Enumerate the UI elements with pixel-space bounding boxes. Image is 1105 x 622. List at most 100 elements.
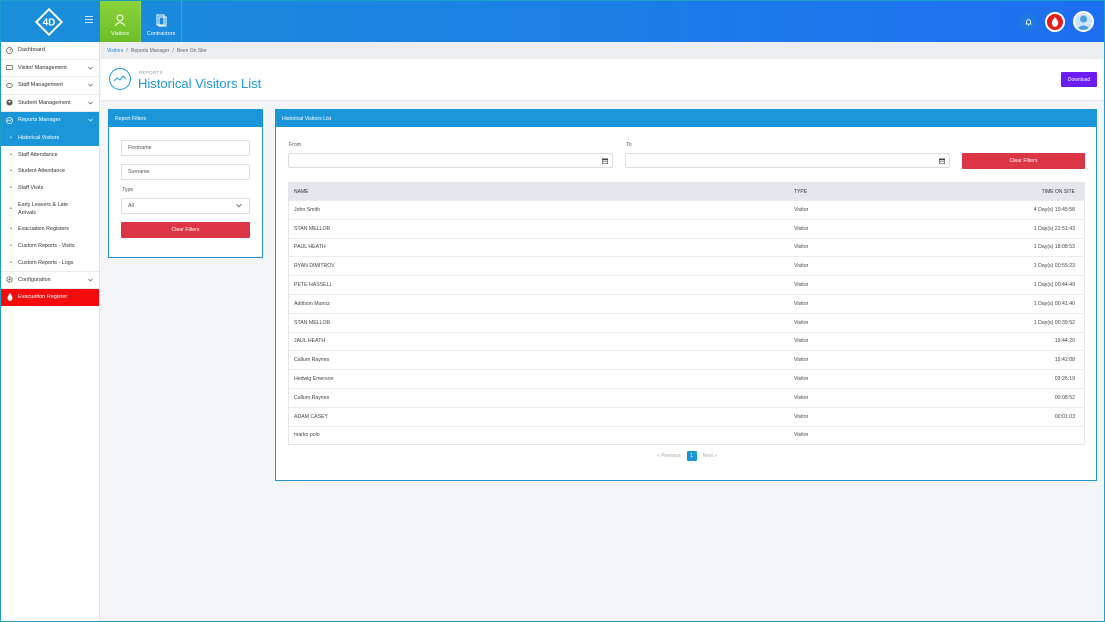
chevron-down-icon [88,66,93,69]
table-row[interactable]: John Smith Visitor 4 Day(s) 19:45:58 [289,200,1084,219]
sidebar-item-dashboard[interactable]: Dashboard [1,42,99,60]
column-type-header[interactable]: TYPE [794,189,944,195]
pagination: « Previous 1 Next » [276,451,1098,461]
chevron-down-icon [236,203,242,208]
app-logo[interactable]: 4D [34,7,64,37]
sidebar-sub-staff-attendance[interactable]: • Staff Attendance [1,146,99,163]
breadcrumb-separator: / [126,47,128,54]
sidebar-sub-staff-visits[interactable]: • Staff Visits [1,180,99,197]
cell-time: 1 Day(s) 00:41:40 [1033,300,1075,307]
column-time-header[interactable]: TIME ON SITE [944,189,1081,195]
table-row[interactable]: PAUL HEATH Visitor 1 Day(s) 18:08:53 [289,237,1084,257]
sidebar-sub-custom-reports-logs[interactable]: • Custom Reports - Logs [1,254,99,271]
table-row[interactable]: STAN MELLOR Visitor 1 Day(s) 22:51:43 [289,218,1084,238]
pagination-next[interactable]: Next » [703,453,717,459]
breadcrumb: Visitors / Reports Manager / Been On Sit… [101,42,1104,59]
cell-type: Visitor [794,244,809,251]
sidebar-sub-label: Custom Reports - Logs [18,259,74,266]
sidebar-item-label: Reports Manager [18,117,61,124]
gear-icon [6,276,13,284]
menu-toggle-icon[interactable] [85,16,93,24]
table-row[interactable]: STAN MELLOR Visitor 1 Day(s) 00:39:52 [289,312,1084,332]
pagination-previous[interactable]: « Previous [657,453,681,459]
chevron-down-icon [88,101,93,104]
sidebar-sub-label: Early Leavers & Late Arrivals [18,201,69,216]
cell-name: STAN MELLOR [294,319,331,326]
evacuation-drop-icon[interactable] [1045,11,1065,32]
table-row[interactable]: PETE HASSELL Visitor 1 Day(s) 00:44:49 [289,275,1084,294]
sidebar-sub-historical-visitors[interactable]: • Historical Visitors [1,129,99,147]
bullet-icon: • [10,259,12,266]
top-nav-visitors[interactable]: Visitors [100,1,141,42]
type-select[interactable]: All [121,198,250,214]
surname-input[interactable]: Surname [121,164,250,180]
sidebar-sub-custom-reports-visits[interactable]: • Custom Reports - Visits [1,237,99,254]
cell-name: marko polo [294,432,320,439]
breadcrumb-separator: / [172,47,174,54]
from-label: From [289,142,302,148]
cell-type: Visitor [794,357,809,364]
bullet-icon: • [10,242,12,249]
table-row[interactable]: Addison Munoz Visitor 1 Day(s) 00:41:40 [289,293,1084,313]
download-button[interactable]: Download [1061,72,1097,87]
cell-type: Visitor [794,432,809,439]
list-clear-filters-button[interactable]: Clear Filters [962,153,1085,169]
cell-type: Visitor [794,394,809,401]
notifications-bell-icon[interactable] [1019,12,1037,31]
table-row[interactable]: Callum Raynes Visitor 00:08:52 [289,387,1084,407]
table-row[interactable]: Callum Raynes Visitor 19:42:08 [289,350,1084,369]
sidebar-item-configuration[interactable]: Configuration [1,271,99,289]
cell-name: John Smith [294,206,320,213]
table-row[interactable]: Hedwig Emerson Visitor 03:26:19 [289,369,1084,388]
page-header: REPORTS Historical Visitors List Downloa… [101,59,1104,101]
to-date-input[interactable] [625,153,950,168]
pagination-page-1[interactable]: 1 [686,451,697,461]
type-select-value: All [128,203,134,209]
top-nav-visitors-label: Visitors [111,31,129,37]
firstname-input[interactable]: Firstname [121,140,250,156]
cell-time: 03:26:19 [1054,376,1075,383]
logo-text: 4D [43,18,56,29]
breadcrumb-reports-manager[interactable]: Reports Manager [131,48,170,54]
chevron-down-icon [88,278,93,282]
sidebar-item-label: Configuration [18,276,51,283]
top-right-controls [1019,11,1094,32]
sidebar-item-student-management[interactable]: Student Management [1,95,99,112]
bullet-icon: • [10,168,12,175]
column-name-header[interactable]: NAME [289,189,794,195]
from-date-input[interactable] [288,153,613,168]
sidebar-sub-evacuation-registers[interactable]: • Evacuation Registers [1,221,99,238]
sidebar-sub-label: Evacuation Registers [18,226,69,233]
sidebar-sub-early-leavers[interactable]: • Early Leavers & Late Arrivals [1,197,99,221]
sidebar-item-evacuation-register[interactable]: Evacuation Register [1,288,99,307]
sidebar-item-staff-management[interactable]: Staff Management [1,77,99,95]
sidebar-item-label: Dashboard [18,47,45,54]
breadcrumb-visitors[interactable]: Visitors [107,48,123,54]
cell-type: Visitor [794,376,809,383]
top-nav-contractors-label: Contractors [146,31,176,37]
sidebar-item-label: Visitor Management [18,64,67,71]
clear-filters-button[interactable]: Clear Filters [121,222,250,238]
chevron-down-icon [88,118,93,122]
table-row[interactable]: RYAN DIMITROV Visitor 1 Day(s) 00:55:23 [289,256,1084,275]
table-row[interactable]: JAUL HEATH Visitor 19:44:20 [289,331,1084,351]
calendar-icon[interactable] [602,158,608,164]
user-avatar[interactable] [1073,11,1094,32]
sidebar-item-label: Staff Management [18,82,63,89]
cell-name: JAUL HEATH [294,338,326,345]
historical-visitors-panel: Historical Visitors List From To Clear F… [275,109,1097,481]
app-frame: 4D Visitors Contractors Dashboard Visito… [0,0,1105,622]
table-row[interactable]: marko polo Visitor [289,425,1084,445]
sidebar-item-reports-manager[interactable]: Reports Manager [1,112,99,130]
bullet-icon: • [10,151,12,158]
sidebar-sub-student-attendance[interactable]: • Student Attendance [1,163,99,180]
bullet-icon: • [10,205,12,212]
reports-chart-icon [109,68,131,90]
calendar-icon[interactable] [939,158,945,164]
top-bar: 4D Visitors Contractors [1,1,1104,42]
sidebar-item-visitor-management[interactable]: Visitor Management [1,60,99,77]
top-nav-contractors[interactable]: Contractors [141,1,182,42]
table-row[interactable]: ADAM CASEY Visitor 00:01:03 [289,406,1084,426]
sidebar-sub-label: Staff Attendance [18,151,58,158]
bullet-icon: • [10,226,12,233]
